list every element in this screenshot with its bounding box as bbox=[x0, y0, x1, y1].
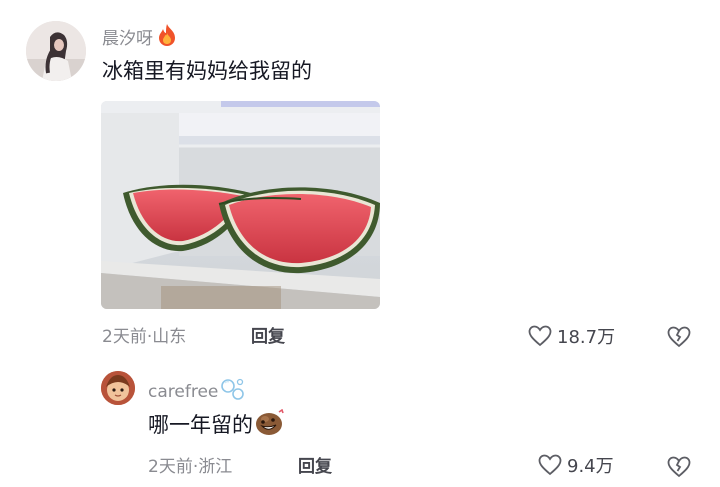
reply-dislike-button[interactable] bbox=[667, 456, 691, 482]
grinning-potato-icon bbox=[255, 408, 285, 445]
timestamp: 2天前 bbox=[102, 327, 147, 347]
commenter-username[interactable]: 晨汐呀 bbox=[102, 23, 178, 53]
reply-like-count: 9.4万 bbox=[567, 456, 614, 477]
heart-icon bbox=[538, 454, 562, 480]
username-text[interactable]: 晨汐呀 bbox=[102, 29, 153, 49]
location: 浙江 bbox=[198, 457, 233, 477]
reply-username[interactable]: carefree bbox=[148, 377, 246, 407]
comment-meta: 2天前·山东 bbox=[102, 325, 186, 349]
reply-meta: 2天前·浙江 bbox=[148, 455, 232, 479]
comment-text: 冰箱里有妈妈给我留的 bbox=[102, 59, 312, 83]
broken-heart-icon bbox=[667, 456, 691, 482]
comment-image[interactable] bbox=[101, 101, 380, 309]
username-text[interactable]: carefree bbox=[148, 382, 218, 402]
broken-heart-icon bbox=[667, 326, 691, 352]
heart-icon bbox=[528, 325, 552, 351]
like-count: 18.7万 bbox=[557, 327, 616, 348]
reply-button[interactable]: 回复 bbox=[251, 325, 285, 349]
like-button[interactable]: 18.7万 bbox=[528, 325, 615, 351]
dislike-button[interactable] bbox=[667, 326, 691, 352]
reply-text: 哪一年留的 bbox=[148, 408, 285, 445]
timestamp: 2天前 bbox=[148, 457, 193, 477]
reply-avatar[interactable] bbox=[101, 371, 135, 405]
location: 山东 bbox=[152, 327, 187, 347]
reply-like-button[interactable]: 9.4万 bbox=[538, 454, 614, 480]
reply-to-reply-button[interactable]: 回复 bbox=[298, 455, 332, 479]
reply-text-content: 哪一年留的 bbox=[148, 413, 253, 437]
bubbles-icon bbox=[220, 377, 246, 407]
fire-icon bbox=[156, 23, 178, 53]
commenter-avatar[interactable] bbox=[26, 21, 86, 81]
